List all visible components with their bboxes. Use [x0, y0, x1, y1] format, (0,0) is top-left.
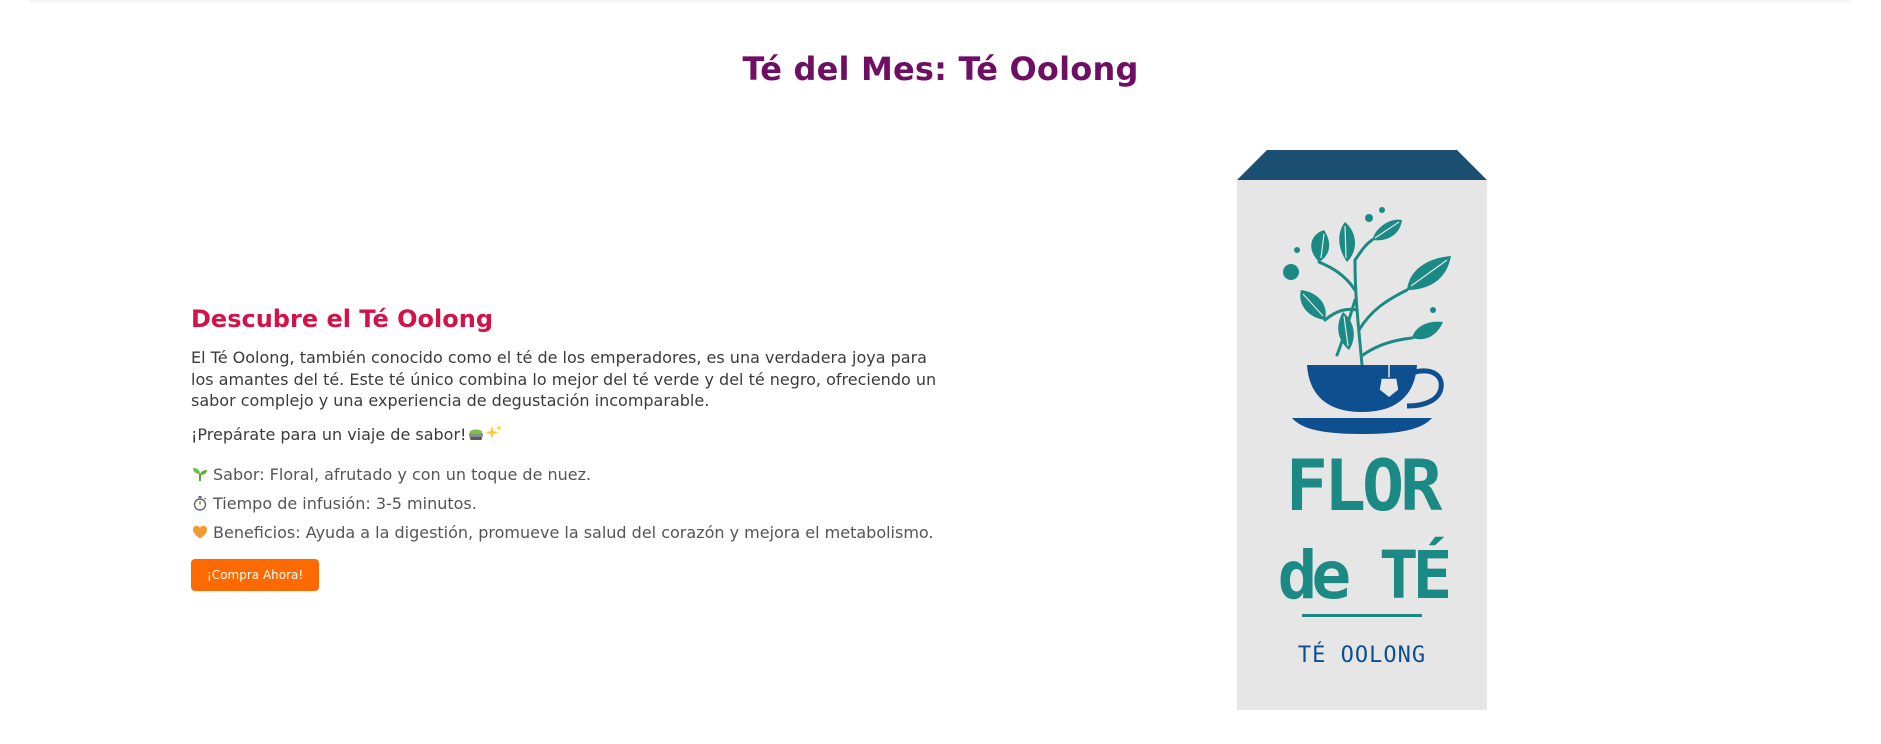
- tagline-text: ¡Prepárate para un viaje de sabor!: [191, 424, 467, 444]
- brand-line-2: de TÉ: [1278, 536, 1449, 614]
- feature-text: Beneficios: Ayuda a la digestión, promue…: [213, 522, 934, 542]
- page-title: Té del Mes: Té Oolong: [742, 50, 1139, 88]
- feature-item-flavor: Sabor: Floral, afrutado y con un toque d…: [191, 460, 951, 489]
- orange-heart-icon: [191, 523, 209, 541]
- feature-item-brew-time: Tiempo de infusión: 3-5 minutos.: [191, 489, 951, 518]
- feature-text: Sabor: Floral, afrutado y con un toque d…: [213, 464, 592, 484]
- stopwatch-icon: [191, 494, 209, 512]
- tagline: ¡Prepárate para un viaje de sabor!: [191, 424, 951, 445]
- buy-now-button[interactable]: ¡Compra Ahora!: [191, 558, 320, 591]
- tea-variety-label: TÉ OOLONG: [1298, 642, 1426, 668]
- feature-text: Tiempo de infusión: 3-5 minutos.: [213, 493, 477, 513]
- tea-description-panel: Descubre el Té Oolong El Té Oolong, tamb…: [191, 305, 951, 591]
- tea-sparkles-icon: [468, 424, 504, 445]
- brand-line-1: FLOR: [1286, 445, 1443, 527]
- page: Té del Mes: Té Oolong Descubre el Té Ool…: [0, 0, 1881, 744]
- feature-item-benefits: Beneficios: Ayuda a la digestión, promue…: [191, 518, 951, 547]
- top-divider: [30, 0, 1851, 4]
- section-subtitle: Descubre el Té Oolong: [191, 305, 493, 333]
- description-text: El Té Oolong, también conocido como el t…: [191, 348, 937, 410]
- features-list: Sabor: Floral, afrutado y con un toque d…: [191, 460, 951, 547]
- package-illustration: FLOR de TÉ TÉ OOLONG: [1237, 150, 1487, 710]
- product-package-image: FLOR de TÉ TÉ OOLONG: [1237, 150, 1487, 710]
- seedling-icon: [191, 465, 209, 483]
